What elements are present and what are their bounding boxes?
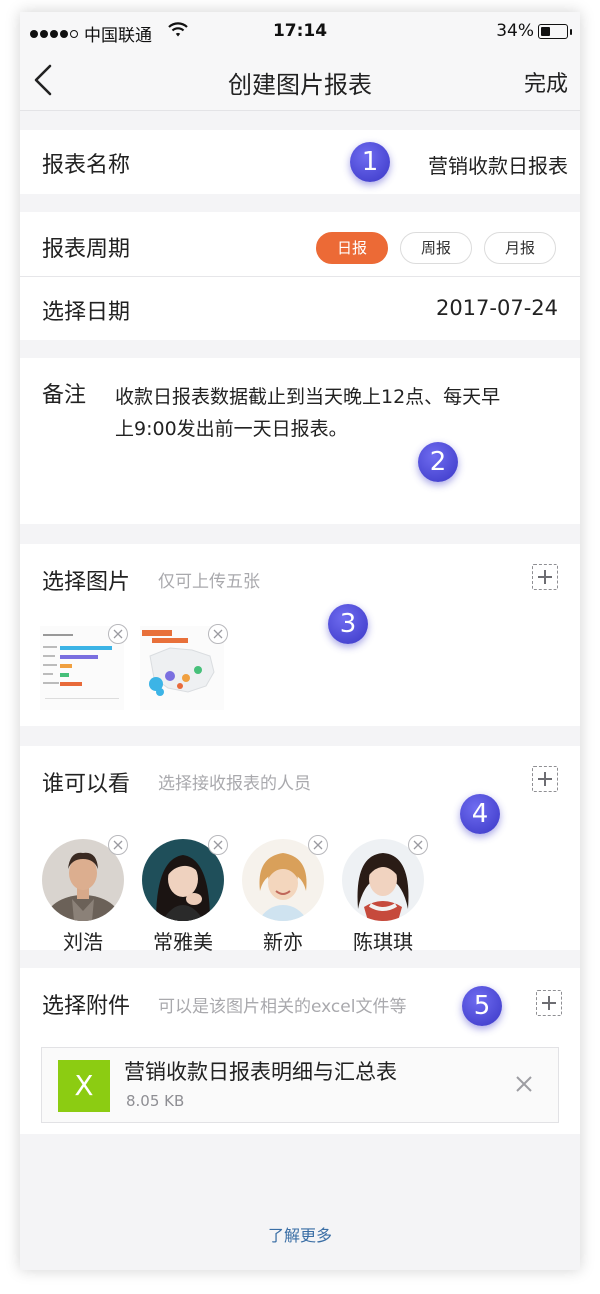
remove-image-1-icon[interactable]: [108, 624, 128, 644]
remove-attachment-icon[interactable]: [514, 1074, 534, 1094]
battery-icon: [538, 24, 572, 39]
viewer-name-1: 刘浩: [63, 930, 103, 954]
period-date-card: 报表周期 日报 周报 月报 选择日期 2017-07-24: [20, 212, 580, 340]
remove-viewer-4-icon[interactable]: [408, 835, 428, 855]
remove-viewer-2-icon[interactable]: [208, 835, 228, 855]
report-name-value: 营销收款日报表: [428, 154, 568, 178]
add-viewer-icon[interactable]: [532, 766, 558, 792]
learn-more-link[interactable]: 了解更多: [20, 1222, 580, 1246]
step-badge-5: 5: [462, 986, 502, 1026]
divider: [20, 276, 580, 277]
period-option-monthly[interactable]: 月报: [484, 232, 556, 264]
step-badge-3: 3: [328, 604, 368, 644]
select-date-label: 选择日期: [42, 300, 131, 325]
images-label: 选择图片: [42, 570, 131, 595]
excel-file-icon: X: [58, 1060, 110, 1112]
report-name-row[interactable]: 报表名称 1 营销收款日报表: [20, 130, 580, 194]
images-card: 选择图片 仅可上传五张 3: [20, 544, 580, 726]
attachment-item[interactable]: X 营销收款日报表明细与汇总表 8.05 KB: [41, 1047, 559, 1123]
status-bar: 中国联通 17:14 34%: [20, 12, 580, 52]
remark-text-line-2: 上9:00发出前一天日报表。: [115, 418, 348, 440]
step-badge-4: 4: [460, 794, 500, 834]
remove-viewer-3-icon[interactable]: [308, 835, 328, 855]
select-date-value[interactable]: 2017-07-24: [436, 296, 558, 320]
remove-viewer-1-icon[interactable]: [108, 835, 128, 855]
remark-text-line-1: 收款日报表数据截止到当天晚上12点、每天早: [115, 386, 501, 408]
attachment-file-size: 8.05 KB: [126, 1092, 185, 1110]
period-option-weekly[interactable]: 周报: [400, 232, 472, 264]
viewers-card: 谁可以看 选择接收报表的人员 4 刘浩 常雅美 新亦 陈琪琪: [20, 746, 580, 954]
page-title: 创建图片报表: [228, 71, 372, 99]
images-hint: 仅可上传五张: [158, 572, 260, 592]
remark-card[interactable]: 备注 收款日报表数据截止到当天晚上12点、每天早 上9:00发出前一天日报表。 …: [20, 358, 580, 524]
viewers-hint: 选择接收报表的人员: [158, 774, 311, 794]
nav-bar: 创建图片报表 完成: [20, 52, 580, 111]
step-badge-1: 1: [350, 142, 390, 182]
phone-screen: 中国联通 17:14 34% 创建图片报表 完成 报表名称 1 营销收款日报表 …: [20, 12, 580, 1270]
battery-percent: 34%: [496, 21, 534, 41]
viewers-label: 谁可以看: [42, 772, 131, 797]
viewer-name-4: 陈琪琪: [353, 930, 413, 954]
period-option-daily[interactable]: 日报: [316, 232, 388, 264]
attachments-hint: 可以是该图片相关的excel文件等: [158, 997, 407, 1017]
viewer-name-3: 新亦: [263, 930, 303, 954]
viewer-name-2: 常雅美: [153, 930, 213, 954]
attachment-file-name: 营销收款日报表明细与汇总表: [124, 1060, 397, 1084]
report-name-label: 报表名称: [42, 153, 131, 178]
add-image-icon[interactable]: [532, 564, 558, 590]
remark-label: 备注: [42, 383, 87, 408]
remove-image-2-icon[interactable]: [208, 624, 228, 644]
add-attachment-icon[interactable]: [536, 990, 562, 1016]
report-period-label: 报表周期: [42, 237, 131, 262]
done-button[interactable]: 完成: [524, 66, 568, 98]
step-badge-2: 2: [418, 442, 458, 482]
attachments-label: 选择附件: [42, 994, 131, 1019]
